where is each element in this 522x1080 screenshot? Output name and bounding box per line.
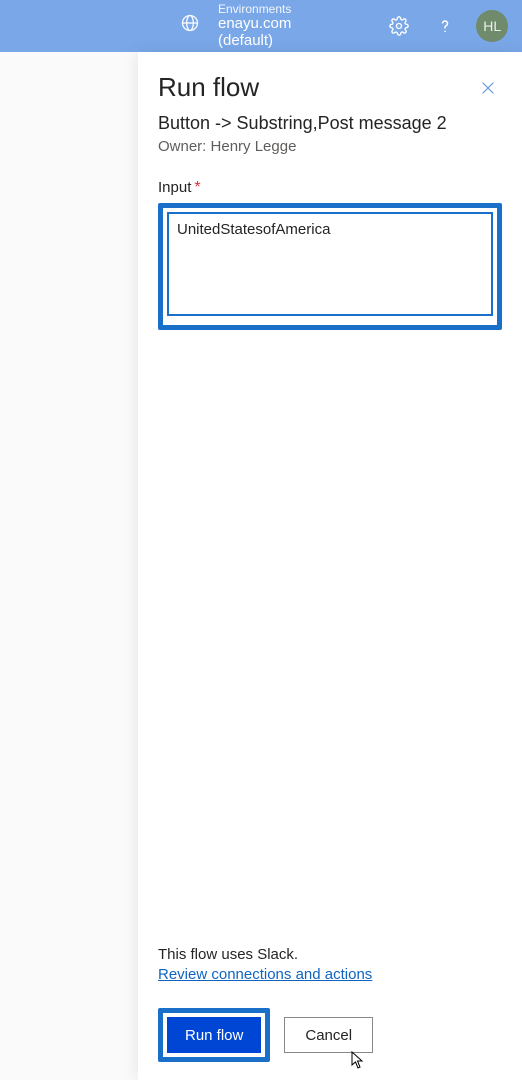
flow-name: Button -> Substring,Post message 2 — [158, 113, 502, 134]
main-area: Run flow Button -> Substring,Post messag… — [0, 52, 522, 1080]
required-indicator: * — [194, 179, 200, 196]
button-row: Run flow Cancel — [158, 1008, 502, 1062]
review-connections-link[interactable]: Review connections and actions — [158, 966, 372, 983]
input-highlight — [158, 203, 502, 330]
content-background — [0, 52, 138, 1080]
panel-header: Run flow — [158, 72, 502, 103]
help-icon[interactable] — [431, 12, 459, 40]
settings-icon[interactable] — [385, 12, 413, 40]
input-label: Input — [158, 179, 191, 196]
input-field[interactable] — [167, 212, 493, 316]
owner-line: Owner: Henry Legge — [158, 138, 502, 155]
flow-uses-text: This flow uses Slack. — [158, 946, 502, 963]
run-flow-button[interactable]: Run flow — [167, 1017, 261, 1053]
environment-selector[interactable]: Environments enayu.com (default) — [218, 3, 349, 49]
environment-label: Environments — [218, 3, 349, 16]
close-icon[interactable] — [474, 74, 502, 102]
environment-name: enayu.com (default) — [218, 16, 349, 49]
environment-icon[interactable] — [180, 13, 200, 39]
panel-title: Run flow — [158, 72, 259, 103]
cancel-button[interactable]: Cancel — [284, 1017, 373, 1053]
run-flow-panel: Run flow Button -> Substring,Post messag… — [138, 52, 522, 1080]
panel-footer: This flow uses Slack. Review connections… — [158, 946, 502, 1062]
run-button-highlight: Run flow — [158, 1008, 270, 1062]
owner-name: Henry Legge — [211, 138, 297, 155]
app-header: Environments enayu.com (default) HL — [0, 0, 522, 52]
form-area: Input* — [158, 179, 502, 330]
input-label-row: Input* — [158, 179, 502, 197]
avatar[interactable]: HL — [476, 10, 508, 42]
owner-prefix: Owner: — [158, 138, 211, 155]
